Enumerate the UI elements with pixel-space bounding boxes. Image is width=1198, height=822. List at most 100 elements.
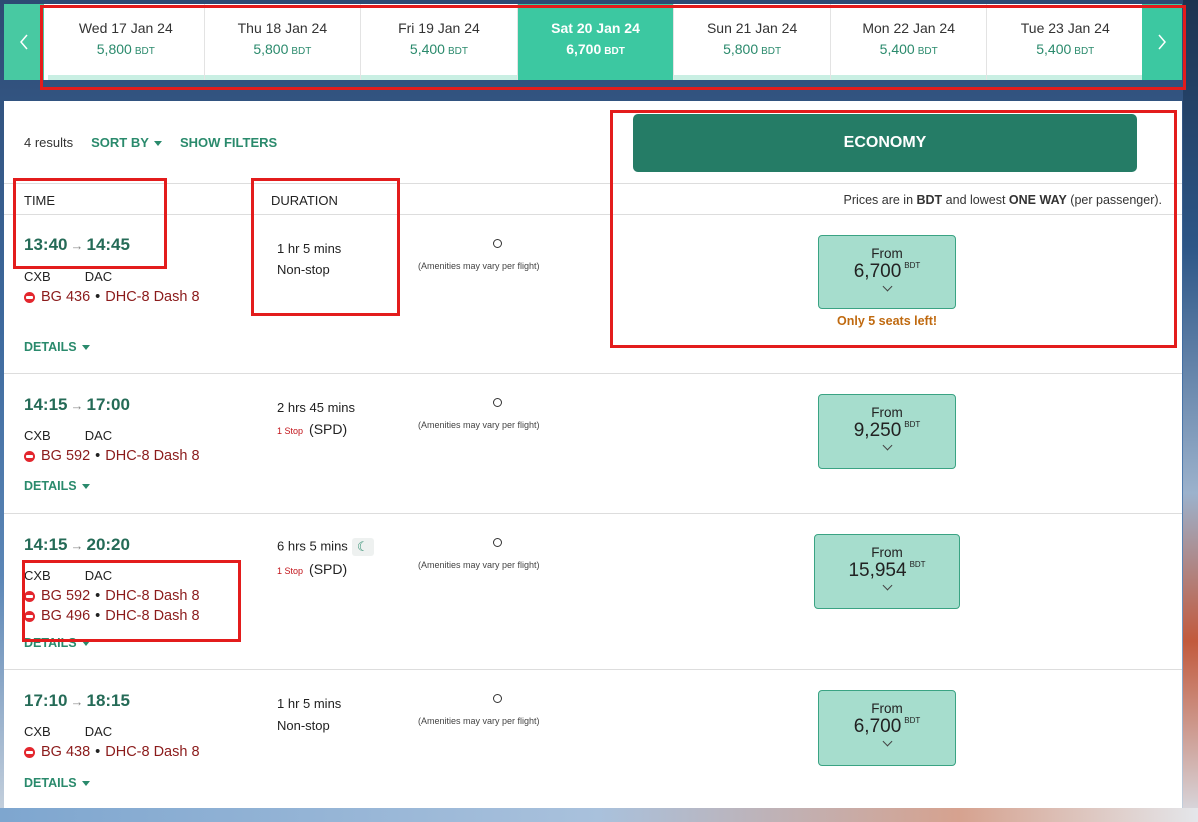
date-price: 5,800 BDT <box>253 41 312 57</box>
flight-airports: CXB DAC <box>24 568 113 583</box>
time-column-header: TIME <box>24 193 56 208</box>
fare-button[interactable]: From 6,700 BDT <box>818 235 956 309</box>
airline-logo-icon <box>24 590 35 602</box>
amenities-note: (Amenities may vary per flight) <box>418 560 540 570</box>
flight-times: 17:10 → 18:15 <box>24 691 130 710</box>
from-label: From <box>871 246 903 261</box>
column-header-row: TIME DURATION Prices are in BDT and lowe… <box>4 183 1182 215</box>
amenities-note: (Amenities may vary per flight) <box>418 716 540 726</box>
date-label: Mon 22 Jan 24 <box>862 20 955 36</box>
date-option[interactable]: Mon 22 Jan 24 5,400 BDT <box>830 4 988 80</box>
seats-left-badge: Only 5 seats left! <box>837 314 938 328</box>
date-label: Sat 20 Jan 24 <box>551 20 640 36</box>
details-toggle[interactable]: DETAILS <box>24 340 90 354</box>
flight-duration: 2 hrs 45 mins <box>277 400 356 415</box>
stops-info: 1 Stop (SPD) <box>277 561 348 577</box>
chevron-left-icon <box>20 34 28 50</box>
price-note: Prices are in BDT and lowest ONE WAY (pe… <box>843 193 1162 207</box>
fare-amount: 15,954 BDT <box>848 560 926 581</box>
caret-down-icon <box>153 141 162 147</box>
fare-button[interactable]: From 6,700 BDT <box>818 690 956 766</box>
chevron-down-icon <box>882 440 892 451</box>
fare-button[interactable]: From 15,954 BDT <box>814 534 960 609</box>
duration-column-header: DURATION <box>271 193 338 208</box>
date-label: Thu 18 Jan 24 <box>237 20 328 36</box>
flight-row: 14:15 → 17:00 CXB DAC BG 592 • DHC-8 Dash 8 D… <box>4 374 1182 514</box>
airline-logo-icon <box>24 610 35 622</box>
flight-segment: BG 496 • DHC-8 Dash 8 <box>24 608 200 624</box>
chevron-right-icon <box>1158 34 1166 50</box>
flight-row: 17:10 → 18:15 CXB DAC BG 438 • DHC-8 Dash 8 D… <box>4 670 1182 808</box>
flight-airports: CXB DAC <box>24 428 113 443</box>
date-label: Wed 17 Jan 24 <box>78 20 173 36</box>
arrow-right-icon: → <box>70 398 84 413</box>
results-panel: 4 results SORT BY SHOW FILTERS ECONOMY T… <box>4 101 1182 808</box>
arrow-right-icon: → <box>70 238 84 253</box>
fare-amount: 6,700 BDT <box>853 261 921 282</box>
results-count: 4 results <box>24 135 74 150</box>
details-toggle[interactable]: DETAILS <box>24 479 90 493</box>
date-price: 5,400 BDT <box>879 41 938 57</box>
amenity-icon <box>493 239 502 248</box>
arrow-right-icon: → <box>70 694 84 709</box>
flight-row: 14:15 → 20:20 CXB DAC BG 592 • DHC-8 Dash 8 B… <box>4 514 1182 670</box>
results-toolbar: 4 results SORT BY SHOW FILTERS <box>24 135 277 150</box>
date-price: 5,400 BDT <box>1036 41 1095 57</box>
chevron-down-icon <box>882 580 892 591</box>
chevron-down-icon <box>882 281 892 292</box>
amenities-note: (Amenities may vary per flight) <box>418 261 540 271</box>
airline-logo-icon <box>24 291 35 303</box>
flight-times: 14:15 → 20:20 <box>24 535 130 554</box>
flight-airports: CXB DAC <box>24 269 113 284</box>
background-bottom <box>0 808 1198 822</box>
flight-segment: BG 438 • DHC-8 Dash 8 <box>24 744 200 760</box>
flight-times: 13:40 → 14:45 <box>24 235 130 254</box>
background-edge <box>1183 0 1198 822</box>
prev-dates-button[interactable] <box>4 4 44 80</box>
date-label: Sun 21 Jan 24 <box>706 20 798 36</box>
date-label: Tue 23 Jan 24 <box>1020 20 1110 36</box>
amenity-icon <box>493 694 502 703</box>
fare-amount: 6,700 BDT <box>853 716 921 737</box>
date-option[interactable]: Tue 23 Jan 24 5,400 BDT <box>987 4 1145 80</box>
fare-button[interactable]: From 9,250 BDT <box>818 394 956 469</box>
from-label: From <box>871 405 903 420</box>
date-option[interactable]: Wed 17 Jan 24 5,800 BDT <box>48 4 205 80</box>
stops-info: 1 Stop (SPD) <box>277 421 348 437</box>
sort-by-label: SORT BY <box>91 135 149 150</box>
fare-amount: 9,250 BDT <box>853 420 921 441</box>
details-toggle[interactable]: DETAILS <box>24 636 90 650</box>
date-price: 5,800 BDT <box>96 41 155 57</box>
date-label: Fri 19 Jan 24 <box>398 20 480 36</box>
date-price: 6,700 BDT <box>566 41 625 57</box>
stops-info: Non-stop <box>277 262 330 277</box>
amenities-note: (Amenities may vary per flight) <box>418 420 540 430</box>
from-label: From <box>871 545 903 560</box>
flight-airports: CXB DAC <box>24 724 113 739</box>
flight-duration: 1 hr 5 mins <box>277 696 342 711</box>
flight-duration: 6 hrs 5 mins ☾ <box>277 538 374 556</box>
airline-logo-icon <box>24 746 35 758</box>
moon-icon: ☾ <box>351 538 374 556</box>
flight-row: 13:40 → 14:45 CXB DAC BG 436 • DHC-8 Dash 8 D… <box>4 215 1182 374</box>
date-price: 5,400 BDT <box>409 41 468 57</box>
date-option[interactable]: Sun 21 Jan 24 5,800 BDT <box>674 4 831 80</box>
stops-info: Non-stop <box>277 718 330 733</box>
from-label: From <box>871 701 903 716</box>
date-strip: Wed 17 Jan 24 5,800 BDT Thu 18 Jan 24 5,8… <box>4 4 1182 80</box>
flight-segment: BG 592 • DHC-8 Dash 8 <box>24 588 200 604</box>
economy-cabin-button[interactable]: ECONOMY <box>633 114 1137 172</box>
date-option-selected[interactable]: Sat 20 Jan 24 6,700 BDT <box>517 4 675 80</box>
flight-segment: BG 592 • DHC-8 Dash 8 <box>24 448 200 464</box>
chevron-down-icon <box>882 736 892 747</box>
date-price: 5,800 BDT <box>723 41 782 57</box>
amenity-icon <box>493 398 502 407</box>
flight-duration: 1 hr 5 mins <box>277 241 342 256</box>
sort-by-button[interactable]: SORT BY <box>91 135 162 150</box>
next-dates-button[interactable] <box>1142 4 1182 80</box>
date-option[interactable]: Thu 18 Jan 24 5,800 BDT <box>204 4 362 80</box>
details-toggle[interactable]: DETAILS <box>24 776 90 790</box>
show-filters-button[interactable]: SHOW FILTERS <box>180 135 277 150</box>
arrow-right-icon: → <box>70 538 84 553</box>
date-option[interactable]: Fri 19 Jan 24 5,400 BDT <box>361 4 518 80</box>
